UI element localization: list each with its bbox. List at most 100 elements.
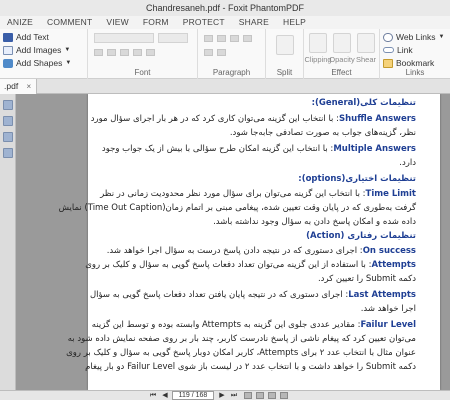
ribbon-tabs: ANIZE COMMENT VIEW FORM PROTECT SHARE HE… — [0, 16, 450, 29]
split-group: Split — [266, 29, 304, 79]
outdent-icon[interactable] — [217, 49, 226, 56]
links-group: Web Links ▼ Link Bookmark Links — [380, 29, 450, 79]
font-group: Font — [88, 29, 198, 79]
add-images-label: Add Images — [16, 45, 62, 55]
dropdown-arrow-icon: ▼ — [64, 47, 71, 53]
continuous-facing-view-icon[interactable] — [280, 392, 288, 399]
italic-icon[interactable] — [107, 49, 116, 56]
align-left-icon[interactable] — [204, 35, 213, 42]
document-line: نظر، گزینه‌های جواب به صورت تصادفی جابه‌… — [230, 128, 416, 138]
link-button[interactable]: Link — [383, 45, 413, 55]
attachments-panel-icon[interactable] — [2, 132, 13, 142]
font-size-select[interactable] — [158, 33, 188, 43]
line-text: عنوان مثال با انتخاب عدد ۲ برای Attempts… — [66, 348, 416, 358]
line-text: گرفت به‌طوری که در پایان وقت تعیین شده، … — [58, 203, 416, 213]
add-shapes-label: Add Shapes — [16, 58, 63, 68]
first-page-button[interactable]: ⏮ — [148, 391, 158, 400]
add-text-label: Add Text — [16, 32, 49, 42]
tab-help[interactable]: HELP — [276, 16, 313, 29]
dropdown-arrow-icon: ▼ — [65, 60, 72, 66]
tab-share[interactable]: SHARE — [232, 16, 276, 29]
shear-icon[interactable] — [357, 33, 375, 53]
opacity-icon[interactable] — [333, 33, 351, 53]
shear-label: Shear — [355, 55, 376, 64]
document-canvas[interactable]: تنظیمات کلی(General): Shuffle Answers: با… — [16, 94, 450, 390]
document-line: دکمه Submit را خواهد داشت و با انتخاب عد… — [85, 362, 416, 372]
line-text: : اجرای دستوری که در نتیجه دادن پاسخ درس… — [106, 246, 363, 256]
align-center-icon[interactable] — [217, 35, 226, 42]
document-line: Time Limit: با انتخاب این گزینه می‌توان … — [100, 189, 416, 199]
indent-icon[interactable] — [204, 49, 213, 56]
document-line: تنظیمات کلی(General): — [312, 98, 416, 108]
align-right-icon[interactable] — [230, 35, 239, 42]
page-number-input[interactable]: 119 / 168 — [172, 391, 214, 400]
layers-panel-icon[interactable] — [2, 148, 13, 158]
strikethrough-icon[interactable] — [133, 49, 142, 56]
keyword-term: Attempts — [371, 260, 416, 270]
keyword-term: Multiple Answers — [333, 144, 416, 154]
web-links-button[interactable]: Web Links ▼ — [383, 32, 444, 42]
underline-icon[interactable] — [120, 49, 129, 56]
next-page-button[interactable]: ▶ — [217, 391, 227, 400]
font-name-select[interactable] — [94, 33, 154, 43]
tab-protect[interactable]: PROTECT — [176, 16, 232, 29]
previous-page-button[interactable]: ◀ — [160, 391, 170, 400]
close-icon[interactable]: × — [27, 79, 32, 94]
keyword-term: On success — [362, 246, 416, 256]
line-text: : اجرای دستوری که در نتیجه پایان یافتن ت… — [90, 290, 349, 300]
navigation-panel — [0, 94, 16, 390]
justify-icon[interactable] — [243, 35, 252, 42]
keyword-term: Last Attempts — [348, 290, 416, 300]
last-page-button[interactable]: ⏭ — [229, 391, 239, 400]
tab-organize[interactable]: ANIZE — [0, 16, 40, 29]
bookmarks-panel-icon[interactable] — [2, 100, 13, 110]
bookmark-label: Bookmark — [396, 58, 435, 68]
document-line: تنظیمات اختیاری(options): — [298, 174, 416, 184]
bold-icon[interactable] — [94, 49, 103, 56]
line-text: : با انتخاب این گزینه امکان طرح سؤالی با… — [101, 144, 334, 154]
split-icon[interactable] — [276, 35, 294, 55]
document-line: Last Attempts: اجرای دستوری که در نتیجه … — [90, 290, 416, 300]
tab-comment[interactable]: COMMENT — [40, 16, 99, 29]
effect-group-label: Effect — [331, 68, 352, 77]
paragraph-group-label: Paragraph — [212, 68, 251, 77]
pages-panel-icon[interactable] — [2, 116, 13, 126]
tab-view[interactable]: VIEW — [99, 16, 136, 29]
clipping-icon[interactable] — [309, 33, 327, 53]
pdf-page: تنظیمات کلی(General): Shuffle Answers: با… — [59, 94, 440, 390]
bookmark-button[interactable]: Bookmark — [383, 58, 434, 68]
document-line: تنظیمات رفتاری (Action) — [306, 231, 416, 241]
document-line: Shuffle Answers: با انتخاب این گزینه می‌… — [91, 114, 416, 124]
continuous-view-icon[interactable] — [256, 392, 264, 399]
tab-form[interactable]: FORM — [136, 16, 176, 29]
window-title: Chandresaneh.pdf - Foxit PhantomPDF — [0, 0, 450, 16]
single-page-view-icon[interactable] — [244, 392, 252, 399]
add-group: Add Text Add Images ▼ Add Shapes ▼ — [0, 29, 88, 79]
add-text-button[interactable]: Add Text — [3, 32, 49, 42]
document-line: On success: اجرای دستوری که در نتیجه داد… — [107, 246, 416, 256]
document-tab[interactable]: .pdf × — [0, 79, 38, 94]
document-line: عنوان مثال با انتخاب عدد ۲ برای Attempts… — [66, 348, 416, 358]
add-images-button[interactable]: Add Images ▼ — [3, 45, 70, 55]
facing-view-icon[interactable] — [268, 392, 276, 399]
document-tab-bar: .pdf × — [0, 79, 450, 94]
add-shapes-button[interactable]: Add Shapes ▼ — [3, 58, 71, 68]
text-icon — [3, 32, 13, 42]
link-icon — [383, 47, 394, 53]
superscript-icon[interactable] — [146, 49, 155, 56]
keyword-term: Failur Level — [360, 320, 416, 330]
document-line: گرفت به‌طوری که در پایان وقت تعیین شده، … — [59, 203, 416, 213]
line-text: نظر، گزینه‌های جواب به صورت تصادفی جابه‌… — [229, 128, 416, 138]
line-text: دارد. — [399, 158, 416, 168]
document-tab-label: .pdf — [4, 81, 19, 91]
image-icon — [3, 45, 13, 55]
section-heading: تنظیمات اختیاری(options): — [298, 174, 416, 184]
globe-icon — [383, 32, 393, 42]
font-group-label: Font — [134, 68, 151, 77]
document-line: می‌توان تعیین کرد که پیغام ناشی از پاسخ … — [68, 334, 416, 344]
paragraph-group: Paragraph — [198, 29, 266, 79]
ribbon: Add Text Add Images ▼ Add Shapes ▼ Font … — [0, 29, 450, 79]
document-line: Failur Level: مقادیر عددی جلوی این گزینه… — [92, 320, 416, 330]
document-line: دارد. — [399, 158, 416, 168]
line-text: : با انتخاب این گزینه می‌توان کاری کرد ک… — [90, 114, 339, 124]
